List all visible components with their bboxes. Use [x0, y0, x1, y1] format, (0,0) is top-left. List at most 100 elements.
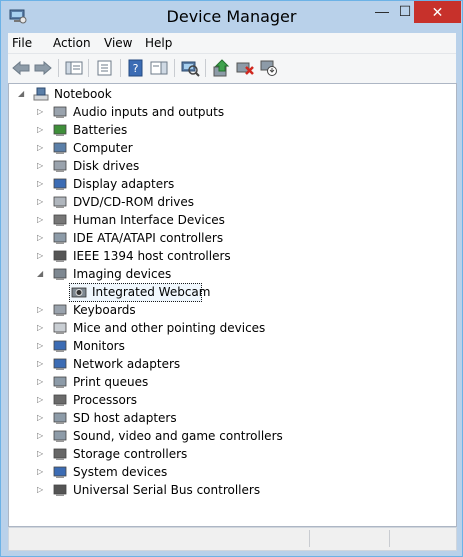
collapse-arrow-icon[interactable]: ◢ — [18, 90, 25, 98]
toolbar-separator — [205, 59, 206, 77]
tree-category-label: Keyboards — [73, 303, 136, 317]
camera-icon — [53, 268, 67, 280]
forward-arrow-icon[interactable] — [33, 59, 53, 77]
svg-text:?: ? — [133, 62, 139, 75]
sound-icon — [53, 430, 67, 442]
tree-category-speaker[interactable]: ▷ Audio inputs and outputs — [9, 103, 429, 121]
tree-root-notebook[interactable]: ◢ Notebook — [9, 85, 429, 103]
expand-arrow-icon[interactable]: ▷ — [37, 396, 44, 404]
usb-icon — [53, 484, 67, 496]
expand-arrow-icon[interactable]: ▷ — [37, 198, 44, 206]
tree-category-label: System devices — [73, 465, 168, 479]
expand-arrow-icon[interactable]: ▷ — [37, 216, 44, 224]
expand-arrow-icon[interactable]: ▷ — [37, 108, 44, 116]
tree-category-label: IDE ATA/ATAPI controllers — [73, 231, 224, 245]
keyboard-icon — [53, 304, 67, 316]
tree-category-system-devices[interactable]: ▷ System devices — [9, 463, 429, 481]
tree-category-storage-controller[interactable]: ▷ Storage controllers — [9, 445, 429, 463]
disable-device-icon[interactable] — [259, 59, 279, 77]
tree-category-sd-card[interactable]: ▷ SD host adapters — [9, 409, 429, 427]
tree-category-display-adapter[interactable]: ▷ Display adapters — [9, 175, 429, 193]
tree-category-label: Universal Serial Bus controllers — [73, 483, 261, 497]
printer-icon — [53, 376, 67, 388]
collapse-arrow-icon[interactable]: ◢ — [37, 270, 44, 278]
expand-arrow-icon[interactable]: ▷ — [37, 414, 44, 422]
tree-category-dvd-drive[interactable]: ▷ DVD/CD-ROM drives — [9, 193, 429, 211]
expand-arrow-icon[interactable]: ▷ — [37, 144, 44, 152]
expand-arrow-icon[interactable]: ▷ — [37, 126, 44, 134]
tree-category-keyboard[interactable]: ▷ Keyboards — [9, 301, 429, 319]
tree-category-printer[interactable]: ▷ Print queues — [9, 373, 429, 391]
tree-category-label: Print queues — [73, 375, 149, 389]
back-arrow-icon[interactable] — [11, 59, 31, 77]
tree-category-label: Display adapters — [73, 177, 175, 191]
tree-device-integrated-webcam[interactable]: Integrated Webcam — [9, 283, 429, 302]
tree-category-processor[interactable]: ▷ Processors — [9, 391, 429, 409]
expand-arrow-icon[interactable]: ▷ — [37, 234, 44, 242]
webcam-icon — [71, 287, 87, 298]
tree-category-label: Processors — [73, 393, 138, 407]
menu-file[interactable]: File — [12, 36, 32, 50]
expand-arrow-icon[interactable]: ▷ — [37, 432, 44, 440]
system-devices-icon — [53, 466, 67, 478]
tree-category-firewire[interactable]: ▷ IEEE 1394 host controllers — [9, 247, 429, 265]
scan-hardware-icon[interactable] — [180, 59, 200, 77]
computer-icon — [53, 142, 67, 154]
tree-category-camera[interactable]: ◢ Imaging devices — [9, 265, 429, 283]
console-tree-icon[interactable] — [64, 59, 84, 77]
tree-category-label: Imaging devices — [73, 267, 172, 281]
firewire-icon — [53, 250, 67, 262]
tree-category-label: Disk drives — [73, 159, 140, 173]
help-icon[interactable]: ? — [126, 59, 146, 77]
expand-arrow-icon[interactable]: ▷ — [37, 324, 44, 332]
properties-icon[interactable] — [95, 59, 115, 77]
expand-arrow-icon[interactable]: ▷ — [37, 486, 44, 494]
menu-view[interactable]: View — [104, 36, 132, 50]
sd-card-icon — [53, 412, 67, 424]
expand-arrow-icon[interactable]: ▷ — [37, 180, 44, 188]
title-bar[interactable]: Device Manager — ☐ ✕ — [1, 1, 462, 33]
uninstall-icon[interactable] — [235, 59, 255, 77]
expand-arrow-icon[interactable]: ▷ — [37, 306, 44, 314]
tree-category-mouse[interactable]: ▷ Mice and other pointing devices — [9, 319, 429, 337]
expand-arrow-icon[interactable]: ▷ — [37, 468, 44, 476]
ide-controller-icon — [53, 232, 67, 244]
expand-arrow-icon[interactable]: ▷ — [37, 450, 44, 458]
tree-category-monitor[interactable]: ▷ Monitors — [9, 337, 429, 355]
tree-category-label: Network adapters — [73, 357, 181, 371]
expand-arrow-icon[interactable]: ▷ — [37, 378, 44, 386]
network-adapter-icon — [53, 358, 67, 370]
expand-arrow-icon[interactable]: ▷ — [37, 342, 44, 350]
toolbar-separator — [174, 59, 175, 77]
tree-category-ide-controller[interactable]: ▷ IDE ATA/ATAPI controllers — [9, 229, 429, 247]
update-driver-icon[interactable] — [212, 59, 232, 77]
action-pane-icon[interactable] — [149, 59, 169, 77]
tree-category-battery[interactable]: ▷ Batteries — [9, 121, 429, 139]
processor-icon — [53, 394, 67, 406]
monitor-icon — [53, 340, 67, 352]
tree-category-sound[interactable]: ▷ Sound, video and game controllers — [9, 427, 429, 445]
expand-arrow-icon[interactable]: ▷ — [37, 162, 44, 170]
tree-category-disk-drive[interactable]: ▷ Disk drives — [9, 157, 429, 175]
hid-icon — [53, 214, 67, 226]
tree-category-label: Sound, video and game controllers — [73, 429, 283, 443]
menu-bar: File Action View Help — [8, 33, 456, 53]
menu-action[interactable]: Action — [53, 36, 91, 50]
tree-category-label: Computer — [73, 141, 133, 155]
device-tree[interactable]: ◢ Notebook ▷ Audio inputs and outputs ▷ Bat… — [8, 83, 457, 527]
tree-category-label: DVD/CD-ROM drives — [73, 195, 195, 209]
tree-category-usb[interactable]: ▷ Universal Serial Bus controllers — [9, 481, 429, 499]
speaker-icon — [53, 106, 67, 118]
tree-root-label: Notebook — [54, 87, 112, 101]
expand-arrow-icon[interactable]: ▷ — [37, 360, 44, 368]
expand-arrow-icon[interactable]: ▷ — [37, 252, 44, 260]
close-button[interactable]: ✕ — [414, 1, 461, 23]
disk-drive-icon — [53, 160, 67, 172]
status-bar-divider — [309, 530, 310, 547]
menu-help[interactable]: Help — [145, 36, 172, 50]
tree-category-computer[interactable]: ▷ Computer — [9, 139, 429, 157]
tree-category-network-adapter[interactable]: ▷ Network adapters — [9, 355, 429, 373]
battery-icon — [53, 124, 67, 136]
mouse-icon — [53, 322, 67, 334]
tree-category-hid[interactable]: ▷ Human Interface Devices — [9, 211, 429, 229]
